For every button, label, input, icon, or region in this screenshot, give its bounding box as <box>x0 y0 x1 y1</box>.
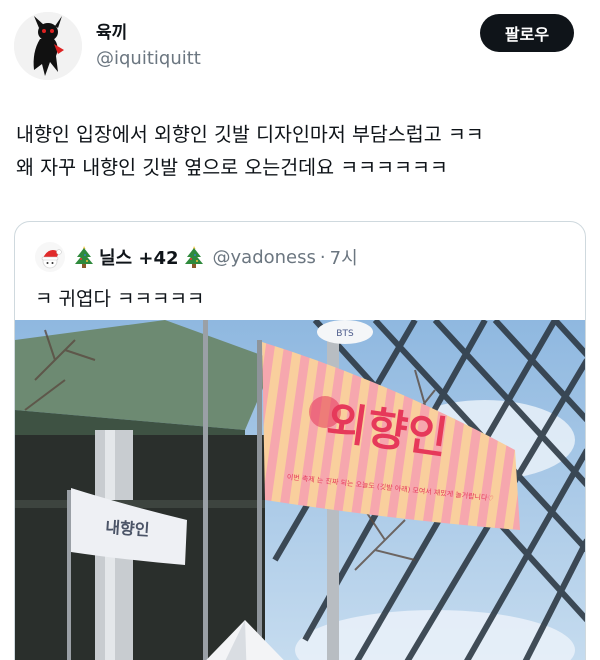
festival-flags-photo: BTS 외향인 이번 축제 는 진짜 되는 오늘도 (깃발 아래) 모여서 재밌… <box>15 320 585 660</box>
quote-text: ㅋ 귀엽다 ㅋㅋㅋㅋㅋ <box>35 288 205 310</box>
santa-hat-icon <box>41 249 62 269</box>
tweet-text: 내향인 입장에서 외향인 깃발 디자인마저 부담스럽고 ㅋㅋ 왜 자꾸 내향인 … <box>16 123 484 179</box>
introvert-flag-label: 내향인 <box>105 517 150 539</box>
quote-tweet-card[interactable]: 닐스 +42 @yadoness · 7시 ㅋ 귀엽다 ㅋㅋㅋㅋㅋ BTS 외향… <box>14 221 586 660</box>
quote-photo[interactable]: BTS 외향인 이번 축제 는 진짜 되는 오늘도 (깃발 아래) 모여서 재밌… <box>15 320 585 660</box>
follow-button[interactable]: 팔로우 <box>480 14 574 52</box>
quote-avatar[interactable] <box>35 242 65 272</box>
quote-timestamp[interactable]: 7시 <box>330 244 358 270</box>
christmas-tree-icon <box>75 246 93 268</box>
author-display-name[interactable]: 육끼 <box>96 18 127 43</box>
devil-figure-icon <box>14 12 82 80</box>
top-banner-text: BTS <box>336 329 354 339</box>
author-handle[interactable]: @iquitiquitt <box>96 48 201 69</box>
quote-header: 닐스 +42 @yadoness · 7시 <box>35 242 358 272</box>
quote-author-handle[interactable]: @yadoness <box>213 247 316 268</box>
author-avatar[interactable] <box>14 12 82 80</box>
quote-author-name[interactable]: 닐스 +42 <box>99 244 179 270</box>
meta-separator: · <box>319 246 326 268</box>
christmas-tree-icon <box>184 246 203 268</box>
